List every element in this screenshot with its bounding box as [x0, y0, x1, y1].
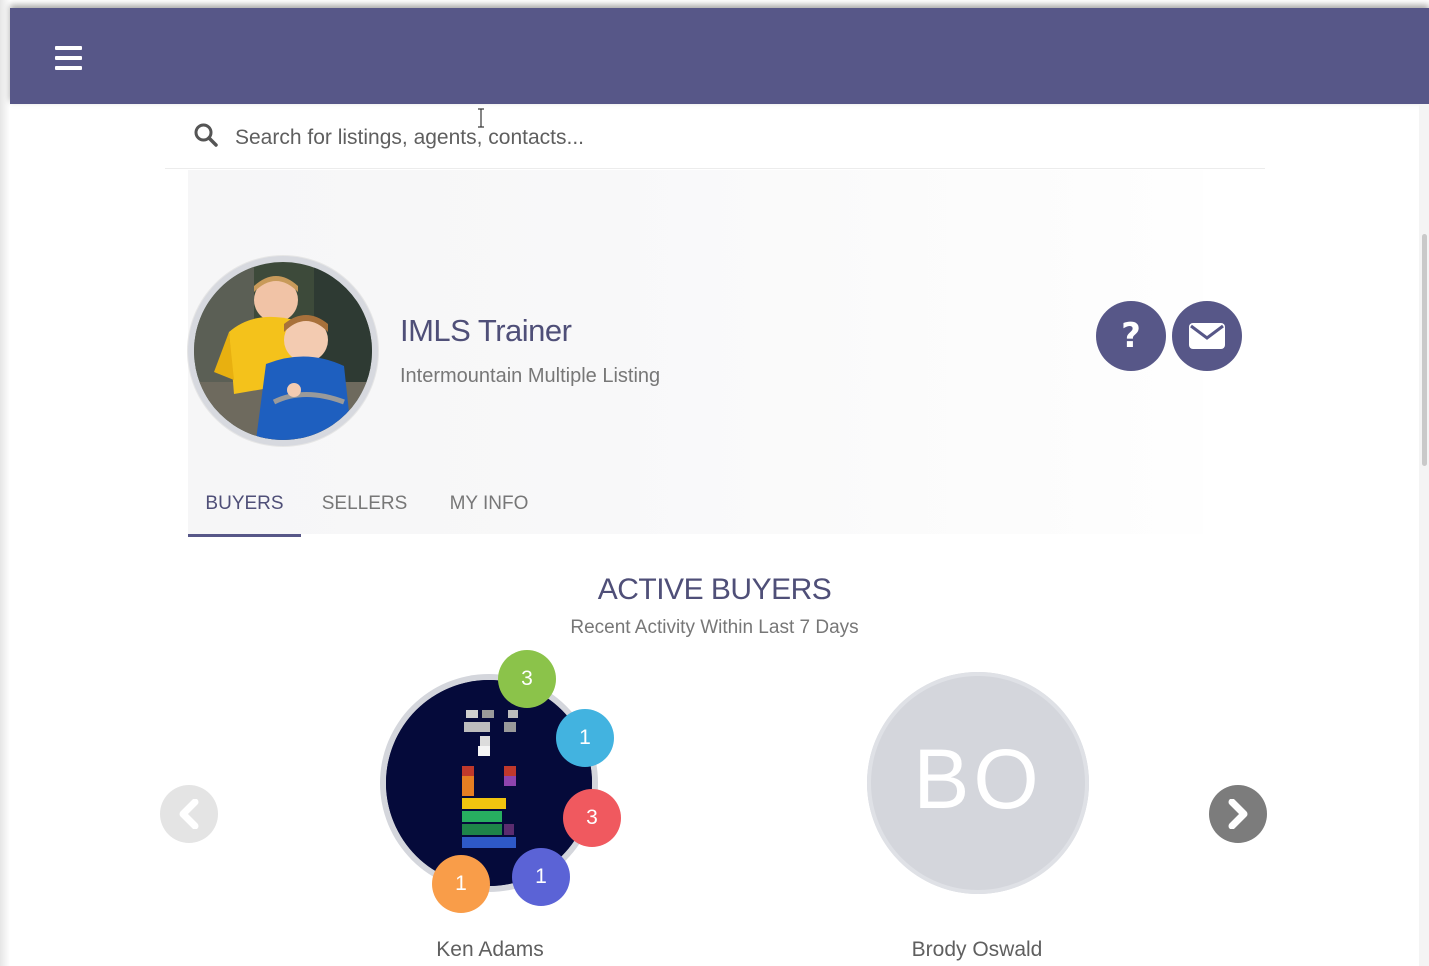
activity-badge-red[interactable]: 3	[563, 789, 621, 847]
profile-photo	[194, 262, 372, 440]
search-input[interactable]	[233, 119, 1137, 157]
buyer-avatar-ken-adams[interactable]	[380, 674, 598, 892]
profile-avatar	[188, 256, 378, 446]
chevron-left-icon	[179, 799, 199, 829]
profile-name: IMLS Trainer	[400, 313, 572, 348]
chevron-right-icon	[1228, 799, 1248, 829]
buyer-name-ken-adams[interactable]: Ken Adams	[370, 938, 610, 962]
buyer-avatar-brody-oswald[interactable]: BO	[867, 672, 1089, 894]
section-title: ACTIVE BUYERS	[597, 573, 832, 606]
hamburger-icon[interactable]	[55, 46, 83, 70]
buyer-initials: BO	[913, 732, 1043, 826]
tab-buyers[interactable]: BUYERS	[188, 478, 301, 537]
page-scrollbar[interactable]	[1419, 104, 1429, 966]
carousel-next-button[interactable]	[1209, 785, 1267, 843]
top-navigation-bar	[10, 8, 1429, 104]
activity-badge-indigo[interactable]: 1	[512, 848, 570, 906]
question-icon: ?	[1121, 316, 1141, 356]
help-button[interactable]: ?	[1096, 301, 1166, 371]
carousel-prev-button[interactable]	[160, 785, 218, 843]
section-subtitle: Recent Activity Within Last 7 Days	[570, 617, 859, 638]
search-icon[interactable]	[193, 122, 219, 148]
tab-my-info[interactable]: MY INFO	[438, 478, 540, 534]
activity-badge-blue[interactable]: 1	[556, 709, 614, 767]
envelope-icon	[1189, 323, 1225, 349]
activity-badge-orange[interactable]: 1	[432, 855, 490, 913]
search-bar	[165, 105, 1265, 169]
mail-button[interactable]	[1172, 301, 1242, 371]
activity-badge-green[interactable]: 3	[498, 650, 556, 708]
window-edge	[0, 0, 10, 966]
scrollbar-thumb[interactable]	[1422, 234, 1427, 466]
tab-sellers[interactable]: SELLERS	[312, 478, 417, 534]
profile-organization: Intermountain Multiple Listing	[400, 365, 661, 387]
buyer-name-brody-oswald[interactable]: Brody Oswald	[857, 938, 1097, 962]
